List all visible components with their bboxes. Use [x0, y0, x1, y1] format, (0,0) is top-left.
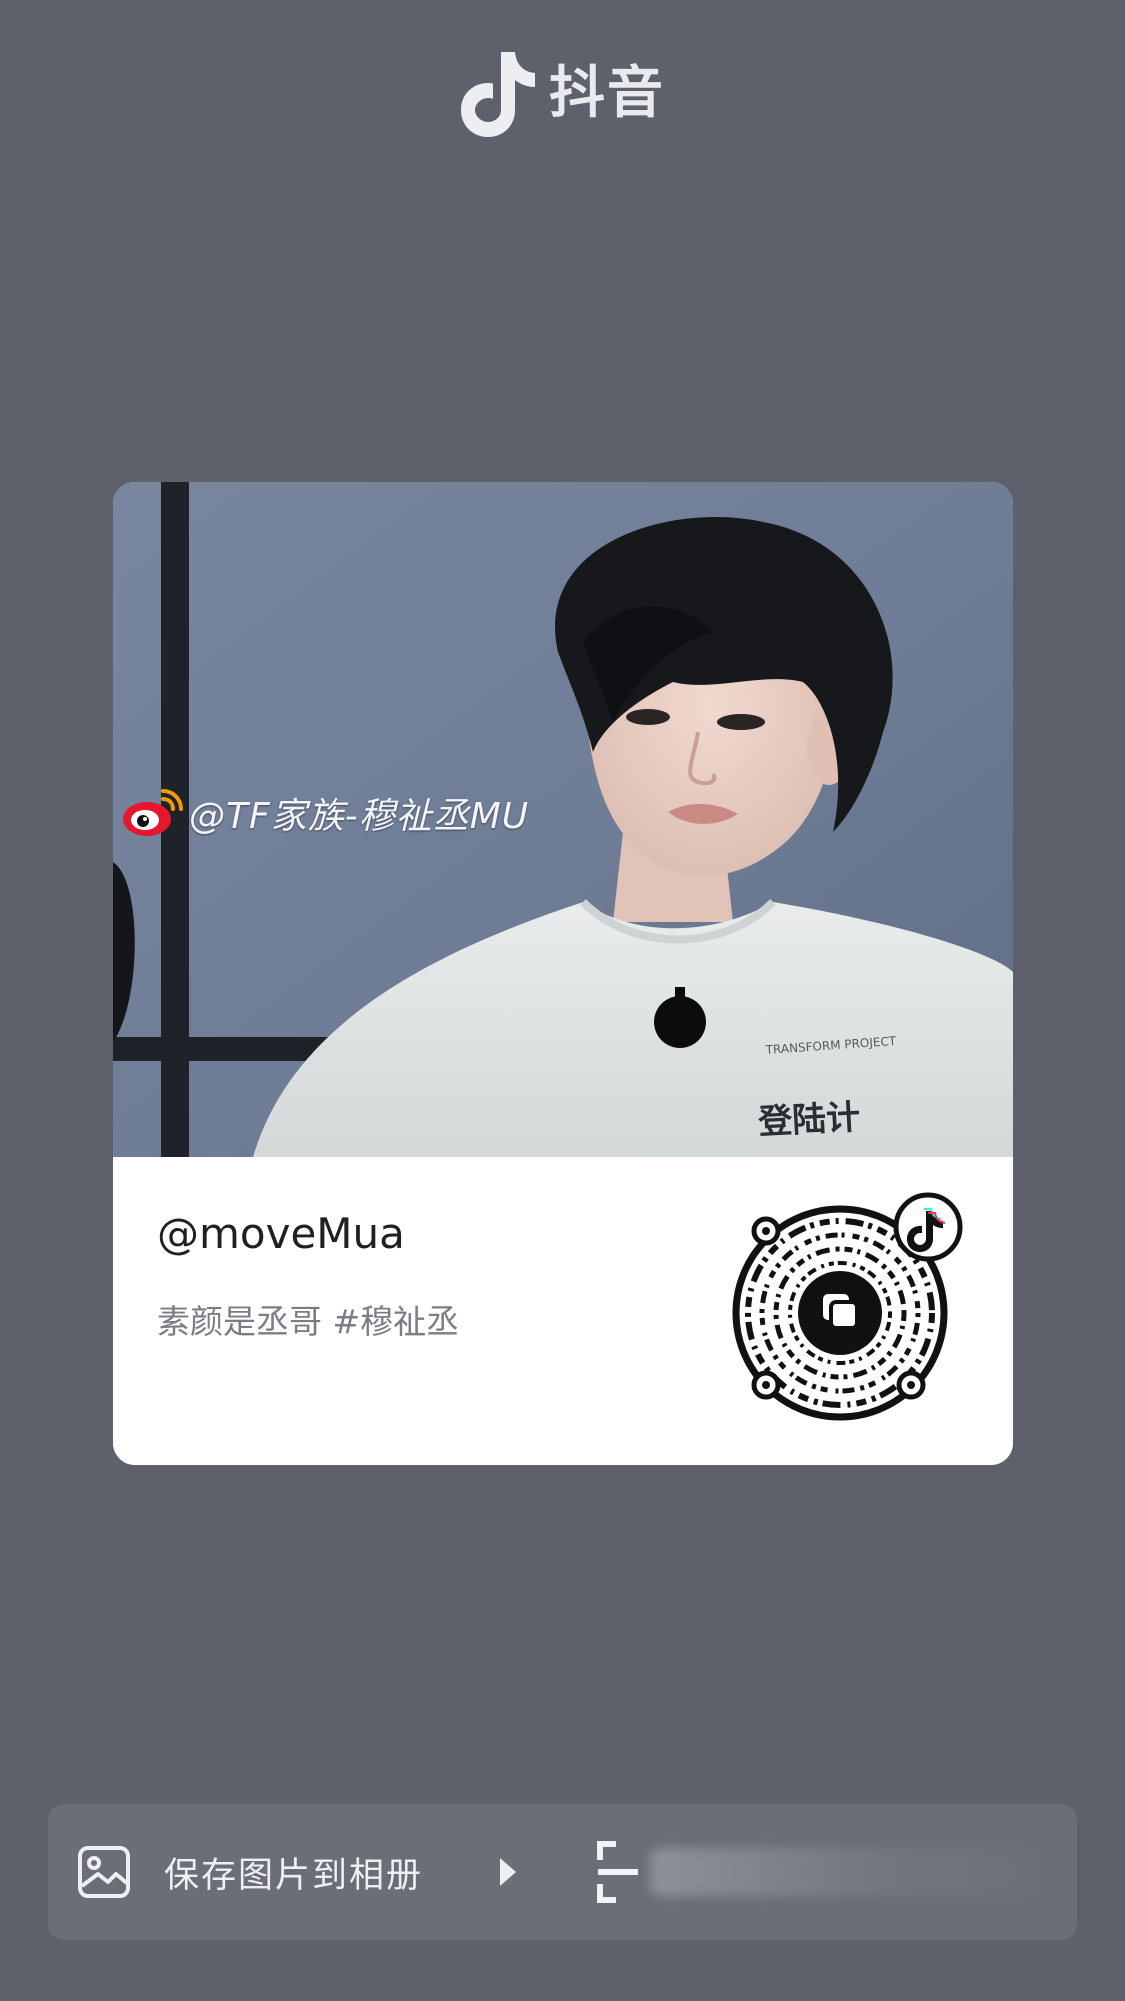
douyin-qr-code-icon[interactable] — [728, 1189, 968, 1429]
tiktok-note-icon — [461, 52, 535, 137]
share-card[interactable]: TRANSFORM PROJECT @TF家族-穆祉丞MU 登陆计 @moveM… — [113, 482, 1013, 1465]
weibo-watermark: @TF家族-穆祉丞MU — [121, 787, 529, 839]
save-to-album-button[interactable]: 保存图片到相册 — [76, 1804, 423, 1940]
save-to-album-label: 保存图片到相册 — [164, 1855, 424, 1896]
shirt-print-text: 登陆计 — [757, 1097, 862, 1143]
share-action-bar: 保存图片到相册 — [48, 1804, 1077, 1940]
weibo-icon — [123, 789, 183, 836]
app-name: 抖音 — [549, 61, 665, 126]
watermark-text: @TF家族-穆祉丞MU — [189, 796, 530, 837]
play-arrow-icon[interactable] — [496, 1852, 520, 1892]
douyin-logo: 抖音 — [455, 44, 685, 144]
scan-qr-button[interactable] — [596, 1838, 1036, 1906]
scan-icon — [597, 1841, 638, 1903]
gallery-icon — [78, 1846, 130, 1898]
video-caption: 素颜是丞哥 #穆祉丞 — [157, 1302, 460, 1341]
scan-label-blurred — [650, 1848, 1036, 1896]
username: @moveMua — [157, 1209, 405, 1258]
card-info: @moveMua 素颜是丞哥 #穆祉丞 — [113, 1157, 1013, 1465]
